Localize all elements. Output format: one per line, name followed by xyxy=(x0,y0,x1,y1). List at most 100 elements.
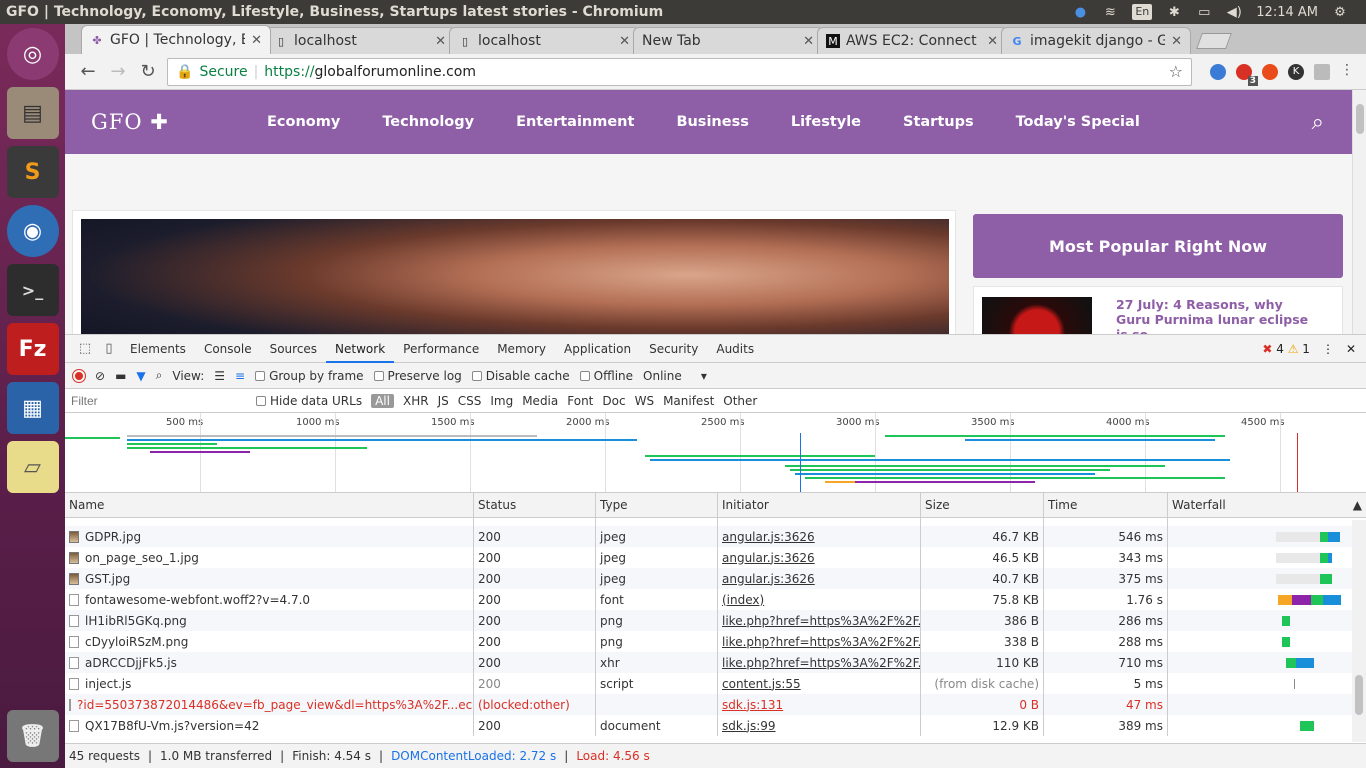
reload-icon[interactable]: ↻ xyxy=(137,61,159,83)
tab-audits[interactable]: Audits xyxy=(707,335,763,363)
initiator-link[interactable]: angular.js:3626 xyxy=(722,551,815,565)
filezilla-icon[interactable]: Fz xyxy=(6,323,59,375)
tab-performance[interactable]: Performance xyxy=(394,335,488,363)
initiator-link[interactable]: like.php?href=https%3A%2F%2F... xyxy=(722,656,920,670)
device-toolbar-icon[interactable]: ▯ xyxy=(97,341,121,356)
column-time[interactable]: Time xyxy=(1044,493,1168,517)
table-row[interactable]: QX17B8fU-Vm.js?version=42 200 document s… xyxy=(65,715,1366,736)
table-row[interactable]: cDyyloiRSzM.png 200 png like.php?href=ht… xyxy=(65,631,1366,652)
extension-k-icon[interactable]: K xyxy=(1288,63,1304,80)
initiator-link[interactable]: angular.js:3626 xyxy=(722,572,815,586)
filter-font[interactable]: Font xyxy=(567,394,593,408)
initiator-link[interactable]: like.php?href=https%3A%2F%2F... xyxy=(722,614,920,628)
sticky-notes-icon[interactable]: ▱ xyxy=(6,441,59,493)
table-row[interactable]: ?id=550373872014486&ev=fb_page_view&dl=h… xyxy=(65,694,1366,715)
initiator-link[interactable]: like.php?href=https%3A%2F%2F... xyxy=(722,635,920,649)
tab-security[interactable]: Security xyxy=(640,335,707,363)
table-row[interactable]: inject.js 200 script content.js:55 (from… xyxy=(65,673,1366,694)
scrollbar-thumb[interactable] xyxy=(1355,675,1363,715)
tab-gfo[interactable]: ✤ GFO | Technology, E ✕ xyxy=(81,25,271,54)
profile-avatar[interactable] xyxy=(1314,63,1330,80)
filter-media[interactable]: Media xyxy=(522,394,558,408)
extension-badge-icon[interactable]: 3 xyxy=(1236,63,1258,86)
trash-icon[interactable]: 🗑 xyxy=(6,710,59,762)
filter-input[interactable] xyxy=(69,391,229,410)
close-tab-icon[interactable]: ✕ xyxy=(987,34,998,49)
overview-icon[interactable]: ≡ xyxy=(235,369,245,383)
filter-manifest[interactable]: Manifest xyxy=(663,394,714,408)
preserve-log-checkbox[interactable]: Preserve log xyxy=(373,369,462,383)
column-status[interactable]: Status xyxy=(474,493,596,517)
close-devtools-icon[interactable]: ✕ xyxy=(1346,342,1356,356)
search-icon[interactable]: ⌕ xyxy=(156,368,163,383)
disable-cache-checkbox[interactable]: Disable cache xyxy=(471,369,570,383)
site-logo[interactable]: GFO ✚ xyxy=(91,110,241,134)
filter-doc[interactable]: Doc xyxy=(602,394,625,408)
wifi-icon[interactable]: ≋ xyxy=(1102,4,1118,20)
close-tab-icon[interactable]: ✕ xyxy=(435,34,446,49)
clock[interactable]: 12:14 AM xyxy=(1256,5,1318,20)
tab-console[interactable]: Console xyxy=(195,335,261,363)
table-row[interactable]: on_page_seo_1.jpg 200 jpeg angular.js:36… xyxy=(65,547,1366,568)
files-icon[interactable]: ▤ xyxy=(6,87,59,139)
network-overview-timeline[interactable]: 500 ms 1000 ms 1500 ms 2000 ms 2500 ms 3… xyxy=(65,413,1366,493)
libreoffice-writer-icon[interactable]: ▦ xyxy=(6,382,59,434)
power-gear-icon[interactable]: ⚙ xyxy=(1332,4,1348,20)
chromium-icon[interactable]: ◉ xyxy=(6,205,59,257)
filter-all[interactable]: All xyxy=(371,393,394,408)
forward-icon[interactable]: → xyxy=(107,61,129,83)
bookmark-star-icon[interactable]: ☆ xyxy=(1169,62,1183,81)
extension-icon[interactable] xyxy=(1210,63,1226,80)
battery-icon[interactable]: ▭ xyxy=(1196,4,1212,20)
filter-css[interactable]: CSS xyxy=(458,394,482,408)
sublime-text-icon[interactable]: S xyxy=(6,146,59,198)
menu-technology[interactable]: Technology xyxy=(382,114,474,130)
back-icon[interactable]: ← xyxy=(77,61,99,83)
table-row[interactable]: GDPR.jpg 200 jpeg angular.js:3626 46.7 K… xyxy=(65,526,1366,547)
ubuntu-dash-icon[interactable]: ◎ xyxy=(6,28,59,80)
large-rows-icon[interactable]: ☰ xyxy=(214,369,225,383)
filter-ws[interactable]: WS xyxy=(635,394,654,408)
column-waterfall[interactable]: Waterfall ▲ xyxy=(1168,493,1366,517)
column-initiator[interactable]: Initiator xyxy=(718,493,921,517)
search-icon[interactable]: ⌕ xyxy=(1312,110,1324,135)
keyboard-layout-indicator[interactable]: En xyxy=(1132,4,1153,20)
table-row[interactable]: GST.jpg 200 jpeg angular.js:3626 40.7 KB… xyxy=(65,568,1366,589)
table-row[interactable] xyxy=(65,518,1366,526)
initiator-link[interactable]: sdk.js:131 xyxy=(722,698,783,712)
column-type[interactable]: Type xyxy=(596,493,718,517)
tab-network[interactable]: Network xyxy=(326,335,395,363)
bluetooth-icon[interactable]: ✱ xyxy=(1166,4,1182,20)
close-tab-icon[interactable]: ✕ xyxy=(803,34,814,49)
chromium-tray-icon[interactable]: ● xyxy=(1072,4,1088,20)
tab-sources[interactable]: Sources xyxy=(261,335,326,363)
address-bar[interactable]: 🔒 Secure | https://globalforumonline.com… xyxy=(167,57,1192,86)
tab-aws[interactable]: M AWS EC2: Connect t ✕ xyxy=(817,27,1007,54)
page-scrollbar[interactable] xyxy=(1352,90,1366,358)
clear-icon[interactable]: ⊘ xyxy=(95,369,105,383)
extension-icon[interactable] xyxy=(1262,63,1278,80)
menu-economy[interactable]: Economy xyxy=(267,114,340,130)
issue-counts[interactable]: ✖ 4 ⚠ 1 xyxy=(1262,342,1310,356)
volume-icon[interactable]: ◀) xyxy=(1226,4,1242,20)
throttling-select[interactable]: Online ▾ xyxy=(643,369,707,383)
tab-localhost-2[interactable]: ▯ localhost ✕ xyxy=(449,27,639,54)
new-tab-button[interactable] xyxy=(1196,33,1232,49)
close-tab-icon[interactable]: ✕ xyxy=(1171,34,1182,49)
filter-xhr[interactable]: XHR xyxy=(403,394,429,408)
table-row[interactable]: aDRCCDjjFk5.js 200 xhr like.php?href=htt… xyxy=(65,652,1366,673)
filter-img[interactable]: Img xyxy=(490,394,513,408)
column-size[interactable]: Size xyxy=(921,493,1044,517)
record-icon[interactable] xyxy=(73,369,85,382)
tab-new-tab[interactable]: New Tab ✕ xyxy=(633,27,823,54)
close-tab-icon[interactable]: ✕ xyxy=(251,33,262,48)
tab-localhost-1[interactable]: ▯ localhost ✕ xyxy=(265,27,455,54)
inspect-element-icon[interactable]: ⬚ xyxy=(73,341,97,356)
tab-application[interactable]: Application xyxy=(555,335,640,363)
filter-js[interactable]: JS xyxy=(438,394,449,408)
table-row[interactable]: lH1ibRl5GKq.png 200 png like.php?href=ht… xyxy=(65,610,1366,631)
terminal-icon[interactable]: >_ xyxy=(6,264,59,316)
initiator-link[interactable]: sdk.js:99 xyxy=(722,719,776,733)
devtools-menu-icon[interactable]: ⋮ xyxy=(1322,342,1334,356)
menu-business[interactable]: Business xyxy=(676,114,748,130)
